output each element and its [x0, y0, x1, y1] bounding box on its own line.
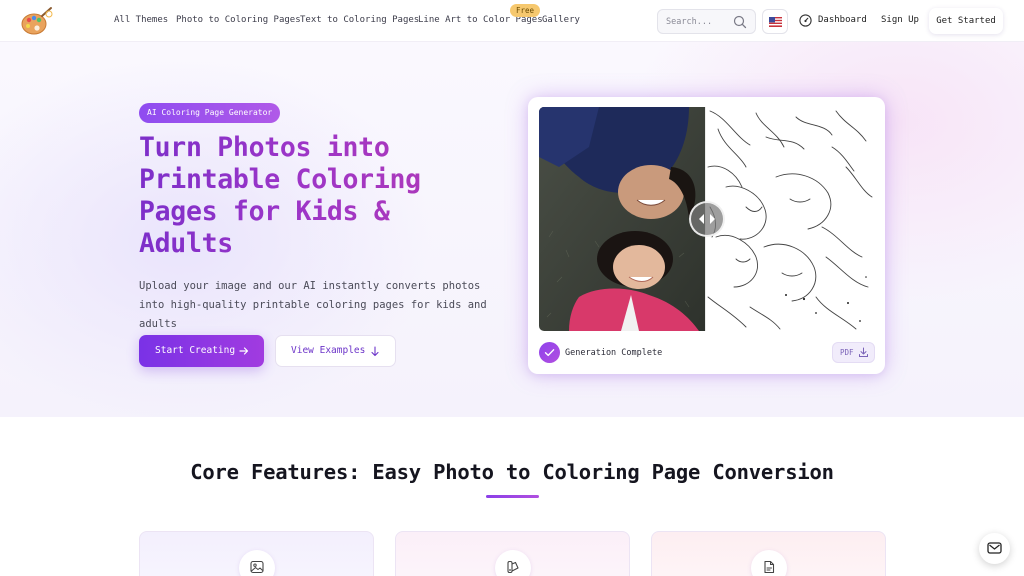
- coloring-page-result: [706, 107, 874, 331]
- nav-link-all-themes[interactable]: All Themes: [114, 15, 168, 25]
- us-flag-icon: [769, 17, 782, 27]
- feature-card-photo[interactable]: [139, 531, 374, 576]
- feature-card-print[interactable]: [651, 531, 886, 576]
- search-icon[interactable]: [733, 15, 747, 29]
- dashboard-gauge-icon: [799, 14, 812, 27]
- nav-link-photo-to-coloring[interactable]: Photo to Coloring Pages: [176, 15, 301, 25]
- brush-palette-icon: [495, 550, 531, 576]
- arrow-down-icon: [371, 346, 379, 357]
- view-examples-label: View Examples: [291, 345, 366, 356]
- mail-icon: [987, 542, 1002, 554]
- arrow-right-icon: [239, 347, 249, 355]
- document-icon: [751, 550, 787, 576]
- nav-link-gallery[interactable]: Gallery: [542, 15, 580, 25]
- view-examples-button[interactable]: View Examples: [275, 335, 396, 367]
- get-started-button[interactable]: Get Started: [929, 8, 1003, 34]
- search-box: [657, 9, 756, 34]
- image-icon: [239, 550, 275, 576]
- nav-link-text-to-coloring[interactable]: Text to Coloring Pages: [300, 15, 419, 25]
- before-after-preview-card: Generation Complete PDF: [528, 97, 885, 374]
- hero-title: Turn Photos into Printable Coloring Page…: [139, 132, 479, 260]
- hero-subtitle: Upload your image and our AI instantly c…: [139, 280, 487, 330]
- generation-status: Generation Complete: [565, 348, 663, 358]
- free-badge: Free: [510, 4, 541, 17]
- top-navbar: All Themes Photo to Coloring Pages Text …: [0, 0, 1024, 42]
- hero-badge: AI Coloring Page Generator: [139, 103, 281, 123]
- start-creating-button[interactable]: Start Creating: [139, 335, 264, 367]
- drag-arrows-icon: [699, 214, 715, 224]
- features-section-title: Core Features: Easy Photo to Coloring Pa…: [190, 460, 834, 484]
- pdf-label: PDF: [840, 348, 854, 357]
- original-photo: [539, 107, 706, 331]
- check-icon: [539, 342, 560, 363]
- search-input[interactable]: [658, 10, 734, 33]
- start-creating-label: Start Creating: [155, 345, 236, 356]
- pdf-download-button[interactable]: PDF: [832, 342, 875, 363]
- language-selector[interactable]: [762, 9, 788, 34]
- compare-slider-handle[interactable]: [689, 201, 725, 237]
- hero-section: AI Coloring Page Generator Turn Photos i…: [0, 42, 1024, 417]
- sign-up-link[interactable]: Sign Up: [881, 15, 919, 25]
- download-icon: [859, 347, 868, 357]
- title-underline: [486, 495, 539, 498]
- feature-card-style[interactable]: [395, 531, 630, 576]
- dashboard-label: Dashboard: [818, 15, 867, 25]
- palette-logo-icon[interactable]: [20, 6, 54, 36]
- chat-support-button[interactable]: [979, 533, 1010, 564]
